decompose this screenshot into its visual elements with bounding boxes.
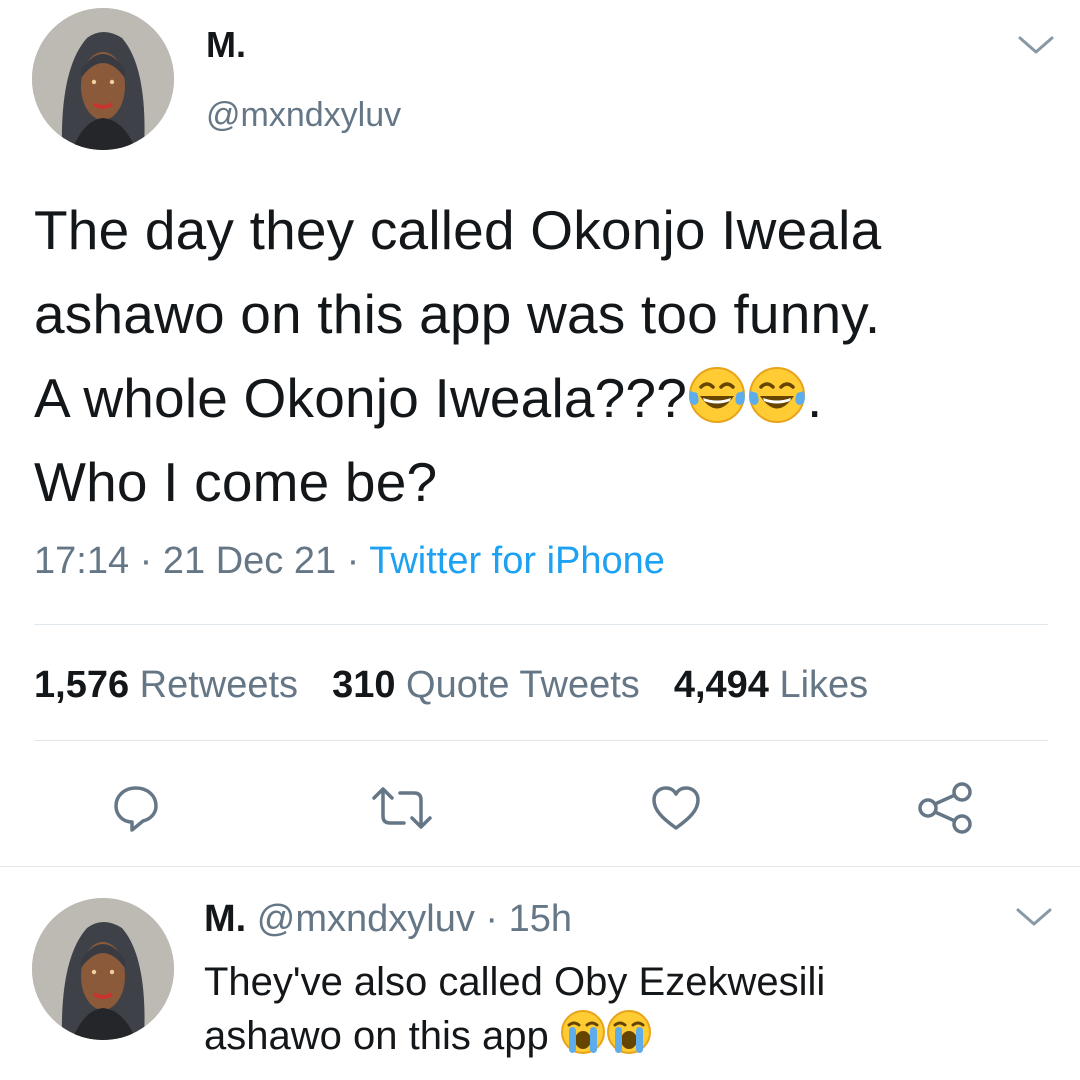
tweet-time: 17:14 — [34, 540, 130, 582]
engagement-stats: 1,576 Retweets 310 Quote Tweets 4,494 Like… — [34, 664, 868, 707]
tweet-meta: 17:14 · 21 Dec 21 · Twitter for iPhone — [34, 540, 665, 583]
reply-icon[interactable] — [110, 782, 162, 834]
separator: · — [485, 898, 499, 940]
tweet-source-link[interactable]: Twitter for iPhone — [369, 540, 665, 582]
tweet-date: 21 Dec 21 — [162, 540, 337, 582]
tweet-text-line: A whole Okonjo Iweala??? . — [34, 356, 1064, 440]
divider — [34, 624, 1048, 625]
tweet-text-line: Who I come be? — [34, 451, 438, 513]
loudly-crying-face-icon — [606, 1009, 652, 1055]
divider — [34, 740, 1048, 741]
divider — [0, 866, 1080, 867]
retweets-stat[interactable]: 1,576 Retweets — [34, 664, 298, 706]
tweet-text-line: The day they called Okonjo Iweala — [34, 199, 882, 261]
like-icon[interactable] — [650, 782, 702, 834]
likes-stat[interactable]: 4,494 Likes — [674, 664, 868, 706]
display-name[interactable]: M. — [206, 24, 246, 66]
reply-text: They've also called Oby Ezekwesili ashaw… — [204, 955, 1064, 1063]
reply-handle[interactable]: @mxndxyluv — [257, 898, 475, 940]
reply-text-line: They've also called Oby Ezekwesili — [204, 960, 826, 1004]
reply-time: 15h — [508, 898, 573, 940]
reply-display-name[interactable]: M. — [204, 898, 246, 940]
share-icon[interactable] — [916, 780, 974, 836]
quote-tweets-stat[interactable]: 310 Quote Tweets — [332, 664, 640, 706]
avatar[interactable] — [32, 8, 174, 150]
retweet-icon[interactable] — [370, 782, 434, 834]
reply-avatar[interactable] — [32, 898, 174, 1040]
tweet-text: The day they called Okonjo Iweala ashawo… — [34, 188, 1064, 524]
separator: · — [139, 540, 153, 582]
reply-header: M. @mxndxyluv · 15h — [204, 898, 572, 941]
reply-text-line: ashawo on this app — [204, 1009, 1064, 1063]
separator: · — [346, 540, 360, 582]
handle[interactable]: @mxndxyluv — [206, 96, 401, 135]
face-with-tears-of-joy-icon — [687, 364, 747, 424]
tweet-text-line: ashawo on this app was too funny. — [34, 283, 881, 345]
chevron-down-icon[interactable] — [1016, 34, 1056, 58]
face-with-tears-of-joy-icon — [747, 364, 807, 424]
chevron-down-icon[interactable] — [1014, 906, 1054, 930]
loudly-crying-face-icon — [560, 1009, 606, 1055]
